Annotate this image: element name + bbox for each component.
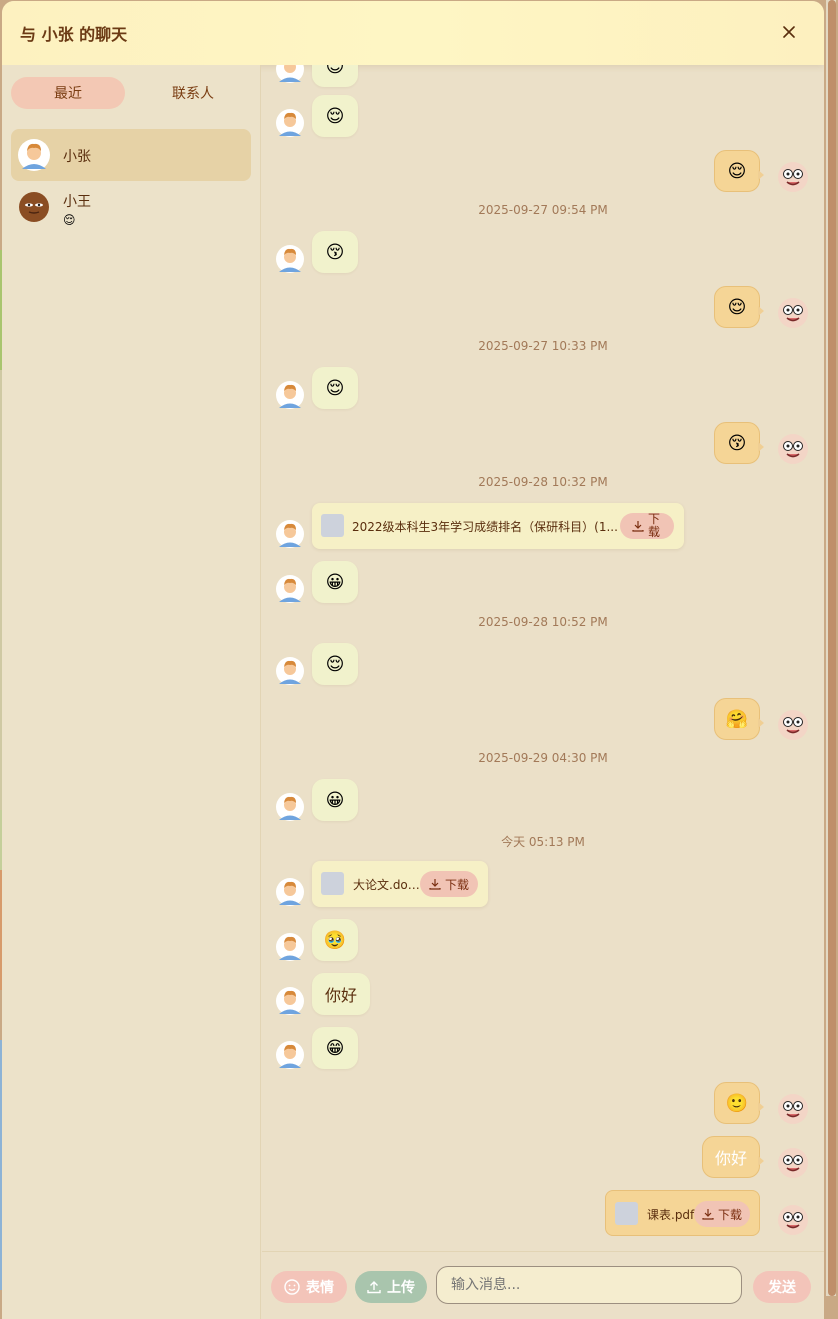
timestamp: 今天 05:13 PM (501, 835, 585, 849)
send-button[interactable]: 发送 (753, 1271, 811, 1303)
contact-item-xiaowang[interactable]: 小王 😌 (11, 183, 251, 235)
timestamp: 2025-09-28 10:52 PM (478, 615, 608, 629)
file-icon (615, 1202, 638, 1225)
chat-window: 与 小张 的聊天 最近 联系人 小张 小王 😌 😌 😌 😌 2025-09-27… (2, 1, 824, 1319)
bubble-tail (758, 442, 764, 452)
bubble-tail (758, 306, 764, 316)
message-bubble: 😁 (312, 1027, 358, 1069)
message-bubble: 🙂 (714, 1082, 760, 1124)
message-bubble: 😌 (714, 150, 760, 192)
download-button[interactable]: 下载 (694, 1201, 750, 1227)
emoji-label: 表情 (306, 1280, 334, 1296)
download-label: 下载 (717, 1207, 742, 1222)
tab-contacts[interactable]: 联系人 (136, 77, 250, 109)
bubble-tail (758, 1102, 764, 1112)
upload-icon (367, 1281, 381, 1294)
avatar (778, 710, 808, 740)
message-bubble: 😚 (312, 231, 358, 273)
message-bubble: 😀 (312, 561, 358, 603)
message-input[interactable] (436, 1266, 742, 1304)
download-button[interactable]: 下载 (420, 871, 478, 897)
file-message: 大论文.docx 下载 (312, 861, 488, 907)
file-name: 2022级本科生3年学习成绩排名（保研科目）(1... (352, 520, 618, 534)
contact-item-xiaozhang[interactable]: 小张 (11, 129, 251, 181)
avatar (276, 657, 304, 685)
avatar (778, 298, 808, 328)
file-icon (321, 872, 344, 895)
smiley-icon (284, 1279, 300, 1295)
download-icon (702, 1209, 714, 1220)
message-bubble: 你好 (312, 973, 370, 1015)
composer: 表情 上传 发送 (262, 1251, 824, 1319)
file-message: 2022级本科生3年学习成绩排名（保研科目）(1... 下载 (312, 503, 684, 549)
bubble-tail (758, 170, 764, 180)
upload-button[interactable]: 上传 (355, 1271, 427, 1303)
message-bubble: 🥹 (312, 919, 358, 961)
avatar (276, 65, 304, 83)
avatar (778, 434, 808, 464)
message-bubble: 😌 (312, 643, 358, 685)
avatar (19, 192, 49, 222)
avatar (778, 162, 808, 192)
contact-name: 小王 (63, 194, 91, 210)
message-bubble: 你好 (702, 1136, 760, 1178)
avatar (276, 1041, 304, 1069)
avatar (276, 878, 304, 906)
avatar (276, 109, 304, 137)
file-message: 课表.pdf 下载 (605, 1190, 760, 1236)
download-label: 下载 (648, 512, 661, 539)
avatar (276, 793, 304, 821)
contact-name: 小张 (63, 149, 91, 165)
tab-recent[interactable]: 最近 (11, 77, 125, 109)
timestamp: 2025-09-28 10:32 PM (478, 475, 608, 489)
download-button[interactable]: 下载 (620, 513, 674, 539)
message-bubble: 😌 (312, 65, 358, 87)
avatar (778, 1148, 808, 1178)
avatar (276, 933, 304, 961)
scrollbar-thumb[interactable] (828, 0, 836, 1296)
avatar (276, 381, 304, 409)
message-list: 😌 😌 😌 2025-09-27 09:54 PM 😚 😌 2025-09-27… (262, 65, 824, 1251)
bubble-tail (758, 1156, 764, 1166)
bubble-tail (758, 718, 764, 728)
message-bubble: 🤗 (714, 698, 760, 740)
window-header: 与 小张 的聊天 (2, 1, 824, 65)
message-bubble: 😀 (312, 779, 358, 821)
sidebar: 最近 联系人 小张 小王 😌 (2, 65, 261, 1319)
emoji-button[interactable]: 表情 (271, 1271, 347, 1303)
window-title: 与 小张 的聊天 (20, 25, 128, 44)
avatar (276, 575, 304, 603)
download-label: 下载 (444, 877, 469, 892)
message-bubble: 😚 (714, 422, 760, 464)
contact-last-message: 😌 (63, 213, 76, 227)
avatar (276, 987, 304, 1015)
avatar (778, 1205, 808, 1235)
file-name: 课表.pdf (647, 1208, 695, 1222)
download-icon (632, 521, 644, 532)
avatar (18, 139, 50, 171)
file-icon (321, 514, 344, 537)
message-bubble: 😌 (714, 286, 760, 328)
timestamp: 2025-09-29 04:30 PM (478, 751, 608, 765)
download-icon (429, 879, 441, 890)
timestamp: 2025-09-27 09:54 PM (478, 203, 608, 217)
timestamp: 2025-09-27 10:33 PM (478, 339, 608, 353)
close-icon (783, 26, 795, 38)
upload-label: 上传 (387, 1280, 415, 1296)
close-button[interactable] (776, 19, 802, 45)
file-name: 大论文.docx (353, 878, 421, 892)
message-bubble: 😌 (312, 367, 358, 409)
avatar (778, 1094, 808, 1124)
message-bubble: 😌 (312, 95, 358, 137)
avatar (276, 245, 304, 273)
avatar (276, 520, 304, 548)
